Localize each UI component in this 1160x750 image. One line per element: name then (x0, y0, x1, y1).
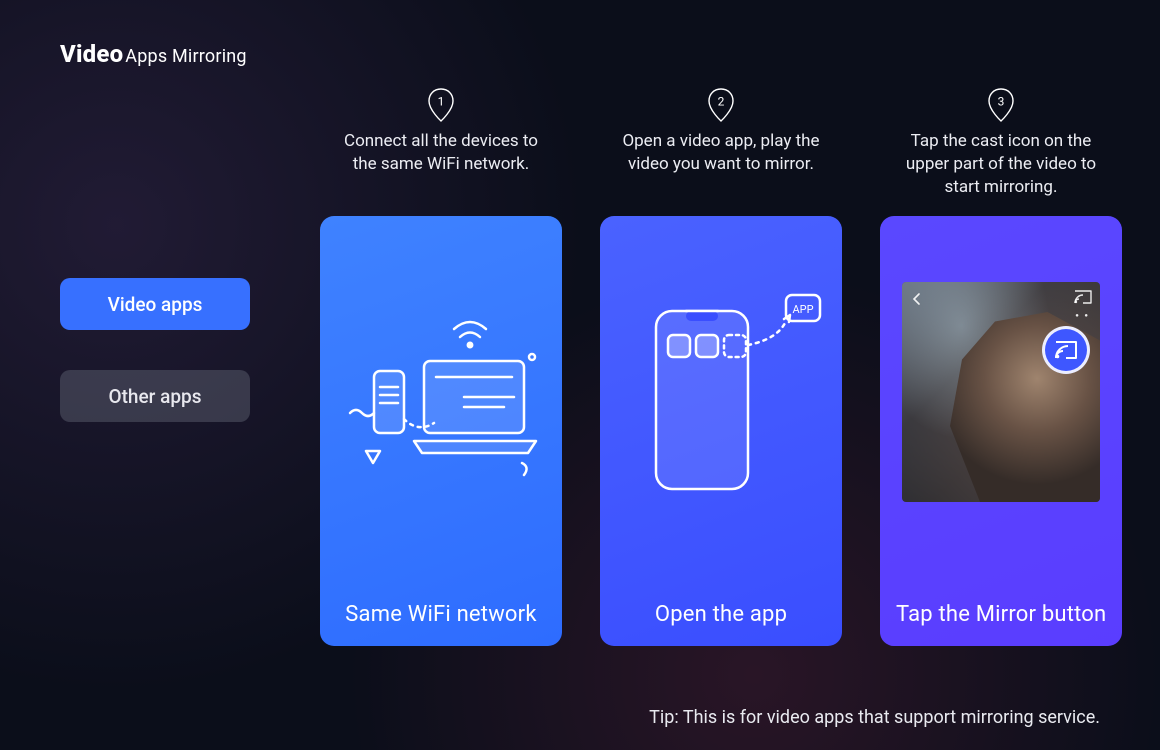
cast-icon (1054, 340, 1078, 360)
step-description: Connect all the devices to the same WiFi… (336, 130, 546, 216)
step-number: 1 (438, 95, 445, 109)
step-number: 3 (998, 95, 1005, 109)
step-1: 1 Connect all the devices to the same Wi… (320, 88, 562, 646)
map-pin-icon: 2 (708, 88, 734, 122)
tab-label: Other apps (109, 385, 202, 408)
open-app-illustration: APP (616, 291, 826, 511)
wifi-devices-illustration (336, 301, 546, 501)
step-caption: Tap the Mirror button (896, 602, 1108, 628)
step-caption: Open the app (600, 602, 842, 628)
tab-other-apps[interactable]: Other apps (60, 370, 250, 422)
step-2: 2 Open a video app, play the video you w… (600, 88, 842, 646)
title-bold: Video (60, 40, 123, 68)
step-caption: Same WiFi network (320, 602, 562, 628)
title-rest: Apps Mirroring (125, 46, 246, 67)
map-pin-icon: 1 (428, 88, 454, 122)
step-number: 2 (718, 95, 725, 109)
chevron-left-icon (910, 292, 924, 306)
svg-text:APP: APP (792, 303, 813, 316)
page-title: VideoApps Mirroring (60, 40, 1100, 68)
step-card-1: Same WiFi network (320, 216, 562, 646)
step-description: Open a video app, play the video you wan… (616, 130, 826, 216)
tip-text: Tip: This is for video apps that support… (0, 707, 1100, 728)
tab-label: Video apps (108, 293, 203, 316)
map-pin-icon: 3 (988, 88, 1014, 122)
step-card-3: ● ● Tap the Mirror button (880, 216, 1122, 646)
step-3: 3 Tap the cast icon on the upper part of… (880, 88, 1122, 646)
cast-button[interactable] (1042, 326, 1090, 374)
step-description: Tap the cast icon on the upper part of t… (896, 130, 1106, 216)
sidebar: Video apps Other apps (60, 88, 320, 646)
more-icon: ● ● (1075, 312, 1090, 319)
tab-video-apps[interactable]: Video apps (60, 278, 250, 330)
video-preview: ● ● (902, 282, 1100, 502)
steps-row: 1 Connect all the devices to the same Wi… (320, 88, 1122, 646)
step-card-2: APP Open the app (600, 216, 842, 646)
cast-icon (1074, 290, 1092, 304)
